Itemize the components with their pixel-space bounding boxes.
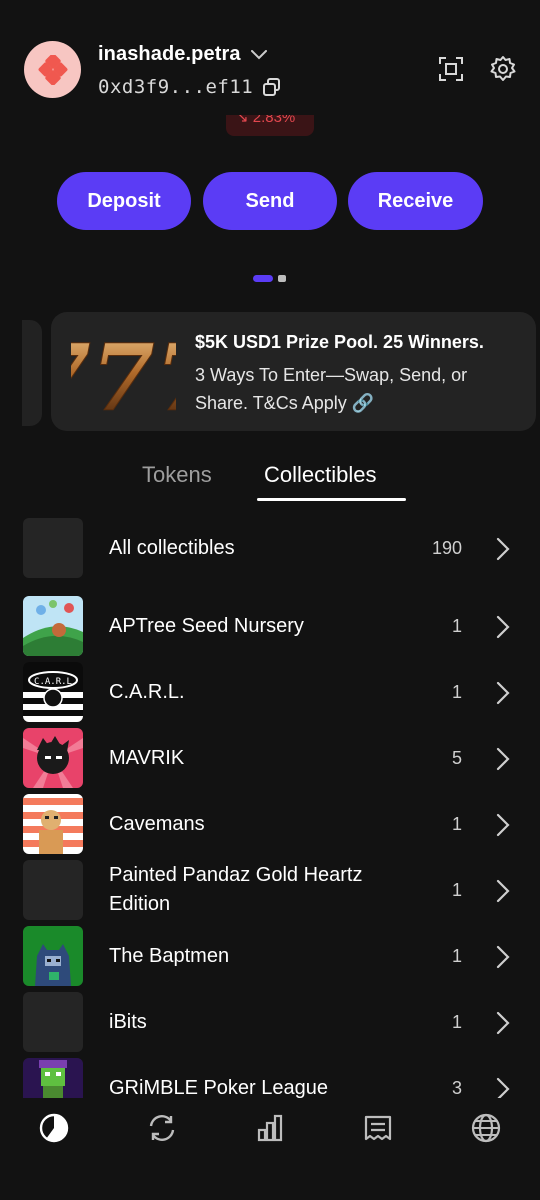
portfolio-pie-icon [39,1113,69,1143]
balance-change-badge: ↘ 2.83% [226,112,314,136]
carousel-pager [253,275,286,282]
pager-dot[interactable] [278,275,286,282]
send-button[interactable]: Send [203,172,337,230]
copy-icon[interactable] [263,78,281,96]
collection-name: Cavemans [109,813,205,835]
list-item[interactable]: C.A.R.L C.A.R.L. 1 [0,662,540,724]
activity-list-icon [364,1115,392,1141]
promo-description: 3 Ways To Enter—Swap, Send, or Share. T&… [195,365,468,413]
tab-collectibles[interactable]: Collectibles [264,462,377,488]
chevron-right-icon [496,615,510,639]
collection-thumbnail [23,518,83,578]
nav-market[interactable] [252,1110,288,1146]
collection-count: 3 [451,1078,462,1098]
nav-activity[interactable] [360,1110,396,1146]
address-row: 0xd3f9...ef11 [98,76,281,98]
active-tab-indicator [257,498,406,501]
collection-thumbnail: C.A.R.L [23,662,83,722]
wallet-header: inashade.petra 0xd3f9...ef11 [0,0,540,115]
chevron-down-icon [250,49,267,59]
collection-name: GRiMBLE Poker League [109,1077,329,1098]
swap-refresh-icon [149,1115,175,1141]
chevron-right-icon [496,879,510,903]
chevron-right-icon [496,1077,510,1098]
promo-card[interactable]: 777 $5K USD1 Prize Pool. 25 Winners. 3 W… [51,312,536,431]
petra-logo-icon [38,54,67,85]
list-item[interactable]: MAVRIK 5 [0,728,540,790]
collection-thumbnail [23,992,83,1052]
list-item-all-collectibles[interactable]: All collectibles 190 [0,518,540,580]
wallet-address: 0xd3f9...ef11 [98,76,254,98]
list-item[interactable]: GRiMBLE Poker League 3 [0,1058,540,1098]
nav-swap[interactable] [144,1110,180,1146]
collection-count: 1 [451,814,462,834]
list-item[interactable]: iBits 1 [0,992,540,1054]
collection-thumbnail [23,1058,83,1098]
scan-button[interactable] [436,54,466,84]
bar-chart-icon [257,1114,283,1142]
collection-count: 190 [431,538,462,558]
promo-777-image: 777 [71,330,176,416]
collection-name: Painted Pandaz Gold Heartz Edition [109,864,363,915]
deposit-button[interactable]: Deposit [57,172,191,230]
collection-name: MAVRIK [109,747,185,769]
promo-card-previous[interactable] [22,320,42,426]
promo-title: $5K USD1 Prize Pool. 25 Winners. [195,332,484,352]
collection-name: All collectibles [109,537,235,559]
chevron-right-icon [496,681,510,705]
nav-portfolio[interactable] [36,1110,72,1146]
collection-count: 5 [451,748,462,768]
chevron-right-icon [496,1011,510,1035]
tab-tokens[interactable]: Tokens [142,462,212,488]
username: inashade.petra [98,43,241,65]
list-item[interactable]: Cavemans 1 [0,794,540,856]
chevron-right-icon [496,537,510,561]
collectibles-list: All collectibles 190 APTree Seed Nursery… [0,516,540,1098]
globe-icon [471,1113,501,1143]
action-buttons: Deposit Send Receive [0,172,540,230]
chevron-right-icon [496,945,510,969]
collection-count: 1 [451,880,462,900]
collection-thumbnail [23,728,83,788]
list-item[interactable]: The Baptmen 1 [0,926,540,988]
collection-name: iBits [109,1011,147,1033]
nav-explore[interactable] [468,1110,504,1146]
scan-icon [439,57,463,81]
settings-button[interactable] [488,54,518,84]
svg-text:777: 777 [71,330,176,416]
gear-icon [490,56,516,81]
collection-thumbnail [23,794,83,854]
chevron-right-icon [496,813,510,837]
svg-text:C.A.R.L: C.A.R.L [34,677,72,687]
collection-name: APTree Seed Nursery [109,615,304,637]
avatar[interactable] [24,41,81,98]
collection-count: 1 [451,682,462,702]
collection-name: C.A.R.L. [109,681,185,703]
collection-thumbnail [23,926,83,986]
collection-name: The Baptmen [109,945,230,967]
chevron-right-icon [496,747,510,771]
collection-count: 1 [451,616,462,636]
bottom-navigation [0,1098,540,1200]
collection-thumbnail [23,860,83,920]
collection-thumbnail [23,596,83,656]
list-item[interactable]: APTree Seed Nursery 1 [0,596,540,658]
receive-button[interactable]: Receive [348,172,483,230]
asset-tabs: Tokens Collectibles [0,460,540,504]
account-switcher[interactable]: inashade.petra [98,43,267,66]
pager-dot-active[interactable] [253,275,273,282]
collection-count: 1 [451,946,462,966]
collection-count: 1 [451,1012,462,1032]
list-item[interactable]: Painted Pandaz Gold Heartz Edition 1 [0,860,540,922]
